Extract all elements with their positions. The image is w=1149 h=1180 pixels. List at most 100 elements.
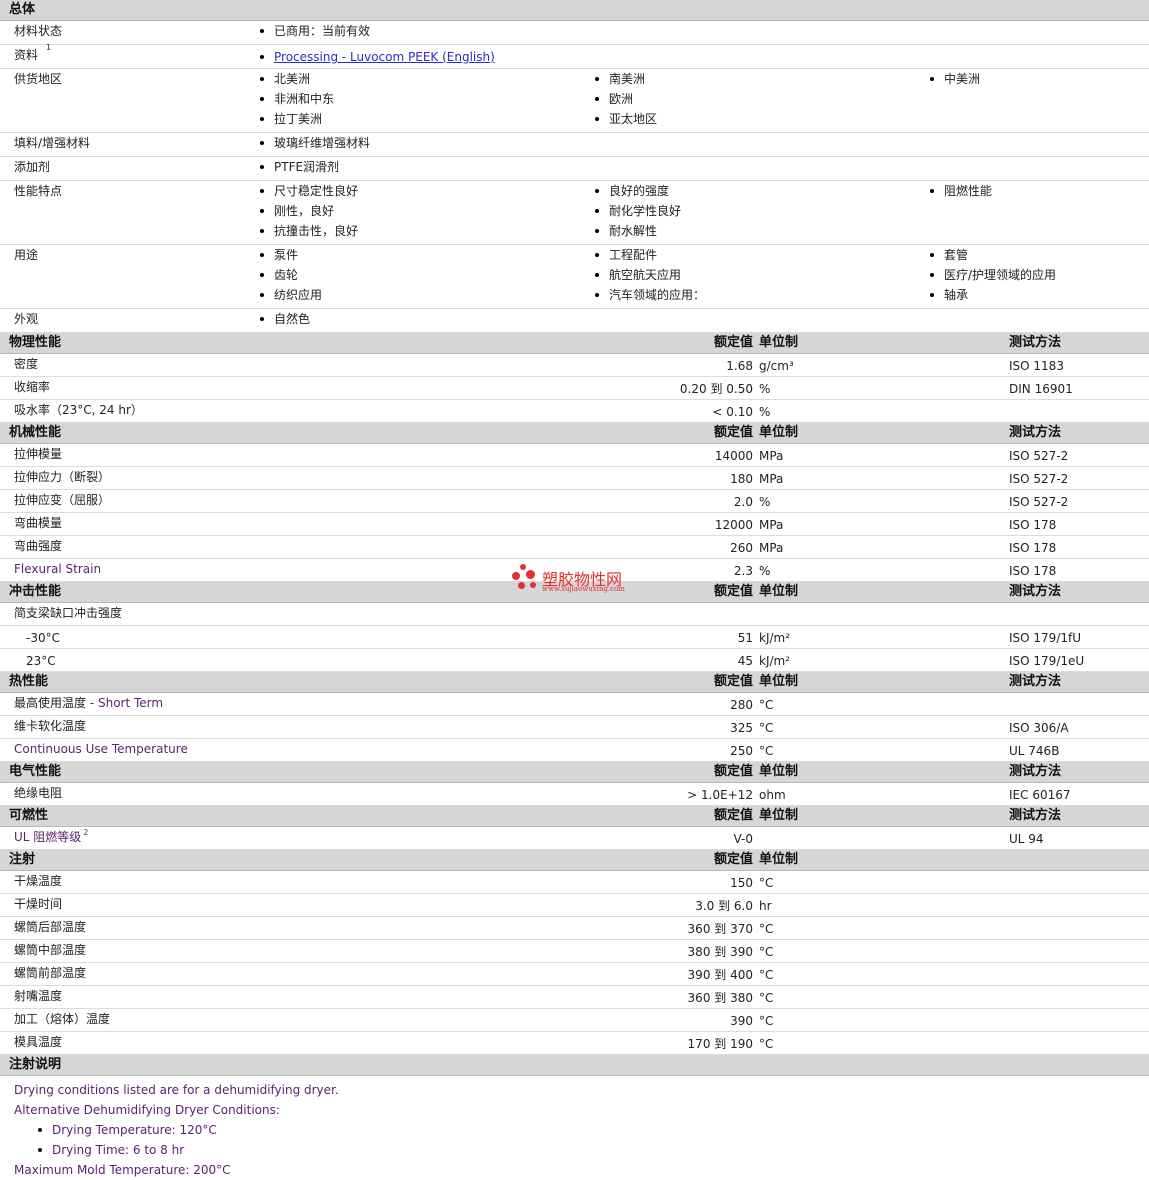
property-name: 螺筒中部温度: [14, 943, 87, 957]
footnote-marker: 1: [46, 43, 52, 52]
property-label: 干燥时间: [14, 892, 62, 916]
property-label: 收缩率: [14, 375, 50, 399]
bullet-icon: [595, 252, 599, 257]
bullet-icon: [260, 188, 264, 193]
list-item: 已商用：当前有效: [260, 21, 370, 41]
list-item-text: 中美洲: [944, 72, 981, 86]
list-item: 尺寸稳定性良好: [260, 181, 358, 201]
property-label: 拉伸应力（断裂）: [14, 465, 110, 489]
property-label: 模具温度: [14, 1030, 62, 1054]
unit: °C: [759, 1037, 774, 1051]
unit: MPa: [759, 541, 784, 555]
nominal-value: 325: [730, 721, 753, 735]
table-row: 最高使用温度 - Short Term 280 °C: [0, 693, 1149, 716]
bullet-icon: [260, 96, 264, 101]
unit: MPa: [759, 518, 784, 532]
note-text: Alternative Dehumidifying Dryer Conditio…: [14, 1103, 280, 1117]
note-text: Drying Time: 6 to 8 hr: [52, 1143, 185, 1157]
note-text: Drying Temperature: 120°C: [52, 1123, 217, 1137]
list-item-text: 轴承: [944, 288, 969, 302]
property-label: 维卡软化温度: [14, 714, 86, 738]
property-label: 吸水率（23°C, 24 hr）: [14, 398, 143, 422]
list-item-text: 非洲和中东: [274, 92, 335, 106]
bullet-icon: [260, 116, 264, 121]
unit: hr: [759, 899, 772, 913]
list-item-text: 齿轮: [274, 268, 299, 282]
list-item: 中美洲: [930, 69, 980, 89]
nominal-value: 390: [730, 1014, 753, 1028]
nominal-value: 12000: [714, 518, 753, 532]
bullet-icon: [595, 272, 599, 277]
property-label: 性能特点: [14, 184, 63, 198]
section-title: 可燃性: [9, 808, 49, 823]
note-line: Drying Time: 6 to 8 hr: [0, 1140, 1149, 1160]
property-label: 绝缘电阻: [14, 781, 62, 805]
property-label: 用途: [14, 248, 39, 262]
list-item-text: 阻燃性能: [944, 184, 993, 198]
list-item-text: 亚太地区: [609, 112, 658, 126]
list-item: 良好的强度: [595, 181, 681, 201]
bullet-icon: [260, 228, 264, 233]
bullet-icon: [595, 76, 599, 81]
property-row: 添加剂 PTFE润滑剂: [0, 157, 1149, 181]
property-label: 填料/增强材料: [14, 136, 91, 150]
nominal-value: 1.68: [726, 359, 753, 373]
property-name: 模具温度: [14, 1035, 63, 1049]
table-row: 模具温度 170 到 190 °C: [0, 1032, 1149, 1055]
section-header: 热性能 额定值 单位制 测试方法: [0, 672, 1149, 693]
property-name: 收缩率: [14, 380, 51, 394]
list-item: 耐化学性良好: [595, 201, 681, 221]
property-label: UL 阻燃等级 2: [14, 825, 88, 849]
property-label: 拉伸模量: [14, 442, 62, 466]
section-title: 注射: [9, 852, 36, 867]
property-label: 射嘴温度: [14, 984, 62, 1008]
section-title: 热性能: [9, 674, 49, 689]
bullet-icon: [260, 316, 264, 321]
column-header-value: 额定值: [713, 584, 753, 599]
property-row: 填料/增强材料 玻璃纤维增强材料: [0, 133, 1149, 157]
list-item: 亚太地区: [595, 109, 657, 129]
bullet-icon: [595, 96, 599, 101]
property-label: 螺筒后部温度: [14, 915, 86, 939]
watermark-logo: 塑胶物性网 www.sujiaowuxing.com: [512, 562, 652, 598]
list-item: 北美洲: [260, 69, 334, 89]
unit: °C: [759, 698, 774, 712]
section-title: 冲击性能: [9, 584, 62, 599]
bullet-icon: [260, 208, 264, 213]
list-item: 欧洲: [595, 89, 657, 109]
property-name: 吸水率（23°C, 24 hr）: [14, 403, 143, 417]
unit: g/cm³: [759, 359, 794, 373]
property-name: 射嘴温度: [14, 989, 63, 1003]
list-item: 自然色: [260, 309, 310, 329]
table-row: Continuous Use Temperature 250 °C UL 746B: [0, 739, 1149, 762]
column-header-method: 测试方法: [1009, 335, 1062, 350]
note-text: Drying conditions listed are for a dehum…: [14, 1083, 339, 1097]
list-item: 纺织应用: [260, 285, 322, 305]
document-link[interactable]: Processing - Luvocom PEEK (English): [274, 50, 495, 64]
unit: °C: [759, 876, 774, 890]
bullet-icon: [260, 140, 264, 145]
table-row: 拉伸模量 14000 MPa ISO 527-2: [0, 444, 1149, 467]
nominal-value: 360 到 370: [687, 922, 753, 936]
list-item-text: 耐水解性: [609, 224, 658, 238]
section-header: 物理性能 额定值 单位制 测试方法: [0, 333, 1149, 354]
list-item-text: 南美洲: [609, 72, 646, 86]
column-header-unit: 单位制: [759, 584, 799, 599]
bullet-icon: [930, 188, 934, 193]
list-item: 玻璃纤维增强材料: [260, 133, 370, 153]
bullet-icon: [260, 164, 264, 169]
list-item: 航空航天应用: [595, 265, 705, 285]
property-label: 弯曲模量: [14, 511, 62, 535]
property-label: 最高使用温度 - Short Term: [14, 691, 163, 715]
unit: kJ/m²: [759, 654, 791, 668]
table-row: 螺筒中部温度 380 到 390 °C: [0, 940, 1149, 963]
nominal-value: 180: [730, 472, 753, 486]
nominal-value: > 1.0E+12: [687, 788, 753, 802]
list-item: 套管: [930, 245, 1056, 265]
table-row: 加工（熔体）温度 390 °C: [0, 1009, 1149, 1032]
column-header-value: 额定值: [713, 335, 753, 350]
test-method: ISO 178: [1009, 518, 1057, 532]
unit: °C: [759, 1014, 774, 1028]
nominal-value: 390 到 400: [687, 968, 753, 982]
property-name: 加工（熔体）温度: [14, 1012, 111, 1026]
